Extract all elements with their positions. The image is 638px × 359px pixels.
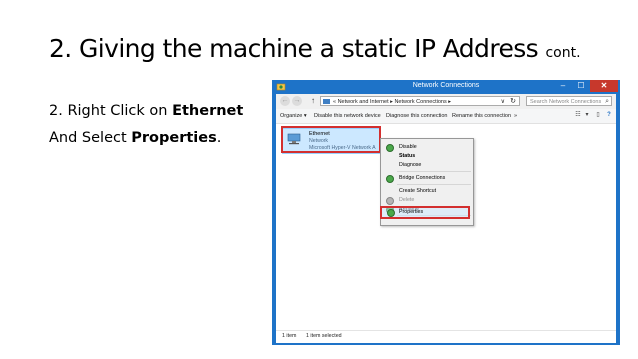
connections-list: Ethernet Network Microsoft Hyper-V Netwo… xyxy=(276,124,616,330)
diagnose-connection-button[interactable]: Diagnose this connection xyxy=(386,111,447,121)
menu-separator xyxy=(397,171,471,172)
menu-item-diagnose[interactable]: Diagnose xyxy=(381,160,473,170)
slide-title-cont: cont. xyxy=(545,45,581,61)
title-bar[interactable]: Network Connections – ☐ ✕ xyxy=(272,80,620,94)
view-dropdown-icon[interactable]: ▾ xyxy=(583,111,591,119)
item-count: 1 item xyxy=(282,333,297,339)
selected-count: 1 item selected xyxy=(306,333,342,339)
address-dropdown-icon[interactable]: ∨ xyxy=(501,97,505,107)
instruction-line-2-text: And Select xyxy=(49,130,132,146)
instruction-line-1: 2. Right Click on Ethernet xyxy=(49,98,243,125)
slide-title: 2. Giving the machine a static IP Addres… xyxy=(49,34,581,63)
back-arrow-icon[interactable]: ← xyxy=(280,96,290,106)
instruction-line-1-text: 2. Right Click on xyxy=(49,103,173,119)
menu-item-properties[interactable]: Properties xyxy=(380,206,470,219)
preview-pane-icon[interactable]: ▯ xyxy=(594,111,602,119)
rename-connection-button[interactable]: Rename this connection xyxy=(452,111,511,121)
instruction-line-2-end: . xyxy=(216,130,222,146)
minimize-button[interactable]: – xyxy=(554,80,572,92)
network-connections-window: Network Connections – ☐ ✕ ← → ↑ « Networ… xyxy=(272,80,620,345)
menu-separator xyxy=(397,184,471,185)
more-commands-button[interactable]: » xyxy=(514,111,517,121)
instruction-properties: Properties xyxy=(131,130,217,146)
disable-device-button[interactable]: Disable this network device xyxy=(314,111,381,121)
shield-icon xyxy=(387,209,395,217)
maximize-button[interactable]: ☐ xyxy=(572,80,590,92)
menu-item-label: Properties xyxy=(399,209,424,215)
organize-button[interactable]: Organize ▾ xyxy=(280,111,307,121)
address-field[interactable]: « Network and Internet ▸ Network Connect… xyxy=(320,96,520,106)
instruction-text: 2. Right Click on Ethernet And Select Pr… xyxy=(49,98,243,152)
command-bar: Organize ▾ Disable this network device D… xyxy=(276,109,616,124)
change-view-icon[interactable]: ☷ xyxy=(574,111,582,119)
instruction-line-2: And Select Properties. xyxy=(49,125,243,152)
address-path: « Network and Internet ▸ Network Connect… xyxy=(333,99,452,105)
search-placeholder: Search Network Connections xyxy=(530,99,602,105)
help-icon[interactable]: ? xyxy=(605,111,613,119)
shield-icon xyxy=(386,175,394,183)
instruction-ethernet: Ethernet xyxy=(172,103,244,119)
menu-item-label: Diagnose xyxy=(399,162,422,168)
up-arrow-icon[interactable]: ↑ xyxy=(308,96,318,106)
address-folder-icon xyxy=(323,99,330,104)
slide-title-main: 2. Giving the machine a static IP Addres… xyxy=(49,34,539,63)
refresh-icon[interactable]: ↻ xyxy=(510,97,516,107)
search-icon[interactable]: ⌕ xyxy=(605,97,609,107)
menu-item-label: Bridge Connections xyxy=(399,175,446,181)
ethernet-highlight-box xyxy=(281,126,381,153)
close-button[interactable]: ✕ xyxy=(590,80,618,92)
menu-item-properties-row[interactable]: Properties xyxy=(381,208,471,218)
address-bar-row: ← → ↑ « Network and Internet ▸ Network C… xyxy=(276,94,616,109)
menu-item-bridge-connections[interactable]: Bridge Connections xyxy=(381,173,473,183)
status-bar: 1 item 1 item selected xyxy=(276,330,616,343)
forward-arrow-icon[interactable]: → xyxy=(292,96,302,106)
search-input[interactable]: Search Network Connections ⌕ xyxy=(526,96,612,106)
